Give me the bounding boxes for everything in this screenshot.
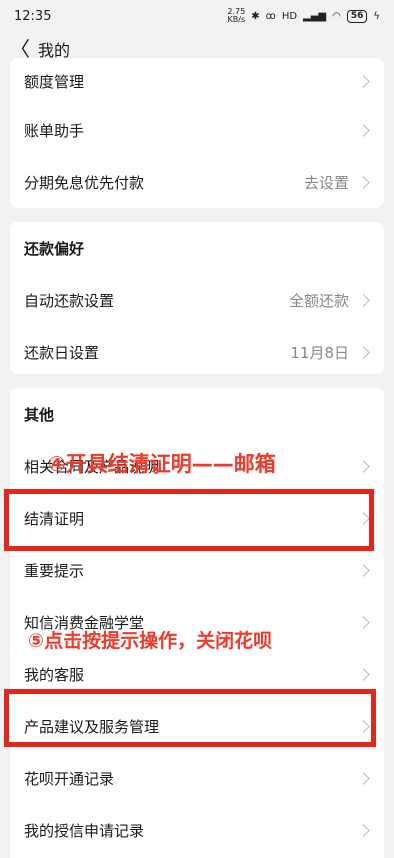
row-important-notice[interactable]: 重要提示 bbox=[10, 544, 384, 596]
row-credit-applications[interactable]: 我的授信申请记录 bbox=[10, 804, 384, 856]
network-speed: 2.75 KB/s bbox=[227, 8, 245, 24]
row-label: 分期免息优先付款 bbox=[24, 173, 145, 192]
bluetooth-icon: ✱ bbox=[251, 10, 260, 22]
card-account: 额度管理 账单助手 分期免息优先付款 去设置 bbox=[10, 58, 384, 208]
status-time: 12:35 bbox=[14, 8, 52, 24]
section-title: 还款偏好 bbox=[24, 239, 85, 258]
battery-icon: 56 bbox=[346, 9, 368, 23]
chevron-right-icon bbox=[357, 771, 370, 785]
row-credit-limit[interactable]: 额度管理 bbox=[10, 58, 384, 104]
chevron-right-icon bbox=[357, 615, 370, 629]
row-bill-assistant[interactable]: 账单助手 bbox=[10, 104, 384, 156]
headphones-icon: ꝏ bbox=[265, 10, 276, 22]
row-label: 还款日设置 bbox=[24, 343, 100, 362]
row-label: 花呗开通记录 bbox=[24, 769, 115, 788]
row-huabei-records[interactable]: 花呗开通记录 bbox=[10, 752, 384, 804]
chevron-left-icon[interactable]: 〈 bbox=[10, 39, 30, 59]
chevron-right-icon bbox=[357, 667, 370, 681]
signal-icon: ▂▄▆ bbox=[303, 10, 327, 22]
charging-icon: ϟ bbox=[373, 10, 380, 22]
section-title: 其他 bbox=[24, 405, 55, 424]
chevron-right-icon bbox=[357, 123, 370, 137]
row-value: 全额还款 bbox=[288, 291, 349, 310]
chevron-right-icon bbox=[357, 175, 370, 189]
row-label: 我的授信申请记录 bbox=[24, 821, 145, 840]
chevron-right-icon bbox=[357, 823, 370, 837]
chevron-right-icon bbox=[357, 74, 370, 88]
row-label: 重要提示 bbox=[24, 561, 85, 580]
row-value: 去设置 bbox=[303, 173, 349, 192]
highlight-box-settlement bbox=[4, 489, 374, 551]
row-label: 自动还款设置 bbox=[24, 291, 115, 310]
hd-label: HD bbox=[281, 10, 298, 22]
row-installment-priority[interactable]: 分期免息优先付款 去设置 bbox=[10, 156, 384, 208]
highlight-box-feedback bbox=[4, 689, 376, 747]
row-auto-repay[interactable]: 自动还款设置 全额还款 bbox=[10, 274, 384, 326]
wifi-icon: ◠ bbox=[332, 10, 341, 22]
annotation-step5: ⑤点击按提示操作，关闭花呗 bbox=[28, 630, 273, 652]
chevron-right-icon bbox=[357, 459, 370, 473]
status-icons: 2.75 KB/s ✱ ꝏ HD ▂▄▆ ◠ 56 ϟ bbox=[227, 8, 380, 24]
row-label: 我的客服 bbox=[24, 665, 85, 684]
annotation-step4: ④开具结清证明——邮箱 bbox=[48, 452, 276, 476]
row-repay-date[interactable]: 还款日设置 11月8日 bbox=[10, 326, 384, 374]
row-label: 账单助手 bbox=[24, 121, 85, 140]
chevron-right-icon bbox=[357, 563, 370, 577]
chevron-right-icon bbox=[357, 345, 370, 359]
network-speed-unit: KB/s bbox=[227, 15, 246, 24]
row-value: 11月8日 bbox=[290, 343, 349, 362]
status-bar: 12:35 2.75 KB/s ✱ ꝏ HD ▂▄▆ ◠ 56 ϟ bbox=[0, 0, 394, 32]
chevron-right-icon bbox=[357, 293, 370, 307]
row-label: 额度管理 bbox=[24, 72, 85, 91]
card-repayment: 还款偏好 自动还款设置 全额还款 还款日设置 11月8日 bbox=[10, 222, 384, 374]
